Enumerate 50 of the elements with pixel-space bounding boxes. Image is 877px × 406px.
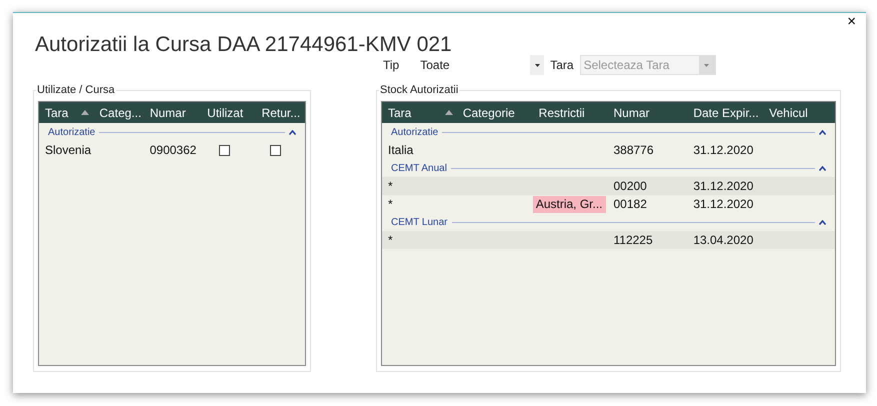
- column-header[interactable]: Date Expir...: [687, 104, 764, 122]
- column-header[interactable]: Numar: [607, 104, 688, 122]
- table-cell-text: 31.12.2020: [693, 142, 754, 159]
- table-cell-text: 31.12.2020: [693, 178, 754, 195]
- collapse-chevron-icon[interactable]: [819, 220, 826, 224]
- column-header[interactable]: Utilizat: [201, 104, 256, 122]
- column-header[interactable]: Tara: [382, 104, 457, 122]
- column-header[interactable]: Categorie: [456, 104, 533, 122]
- group-label: Autorizatie: [391, 126, 438, 140]
- column-header[interactable]: Restrictii: [532, 104, 608, 122]
- table-cell-text: 112225: [613, 232, 653, 249]
- table-row[interactable]: * Austria, Gr... 00182 31.12.2020: [382, 195, 835, 213]
- type-dropdown[interactable]: Toate: [420, 55, 544, 75]
- close-button[interactable]: ×: [847, 14, 856, 29]
- table-cell: Austria, Gr...: [532, 196, 606, 212]
- collapse-chevron-icon[interactable]: [819, 130, 826, 134]
- table-row[interactable]: * 112225 13.04.2020: [382, 231, 835, 249]
- field-label: Tara: [550, 57, 574, 74]
- column-header[interactable]: Numar: [144, 104, 202, 122]
- table-cell-text: Italia: [388, 142, 414, 159]
- column-header[interactable]: Categ...: [93, 104, 144, 122]
- table-cell-text: 0900362: [150, 142, 196, 159]
- table-cell-text: 13.04.2020: [693, 232, 754, 249]
- table-cell-text: 00200: [613, 178, 647, 195]
- column-header[interactable]: Retur...: [256, 104, 306, 122]
- collapse-chevron-icon[interactable]: [819, 166, 826, 170]
- group-label: Autorizatie: [48, 126, 96, 140]
- table-row[interactable]: Italia 388776 31.12.2020: [382, 141, 835, 159]
- collapse-chevron-icon[interactable]: [289, 130, 296, 134]
- sort-arrow-icon: [444, 110, 453, 115]
- dropdown-arrow-icon: [534, 64, 540, 66]
- table-cell-text: 388776: [613, 142, 654, 159]
- window-title: Autorizatii la Cursa DAA 21744961-KMV 021: [35, 32, 452, 58]
- table-cell-text: 31.12.2020: [693, 196, 754, 213]
- checkbox[interactable]: [219, 144, 230, 156]
- group-label: CEMT Lunar: [391, 216, 448, 230]
- table-row[interactable]: * 00200 31.12.2020: [382, 177, 835, 195]
- column-header[interactable]: Vehicul: [763, 104, 835, 122]
- table-cell-text: 00182: [614, 196, 647, 213]
- checkbox[interactable]: [270, 144, 280, 156]
- dropdown-arrow-icon: [704, 64, 710, 66]
- group-label: CEMT Anual: [391, 162, 447, 176]
- field-label: Tip: [383, 57, 400, 74]
- table-row[interactable]: Slovenia 0900362: [39, 141, 305, 159]
- table-cell-text: Slovenia: [45, 142, 92, 159]
- table-cell-text: *: [388, 196, 393, 213]
- column-header[interactable]: Tara: [39, 104, 94, 122]
- sort-arrow-icon: [81, 110, 90, 115]
- table-cell-text: *: [388, 232, 393, 249]
- table-cell-text: *: [388, 178, 393, 195]
